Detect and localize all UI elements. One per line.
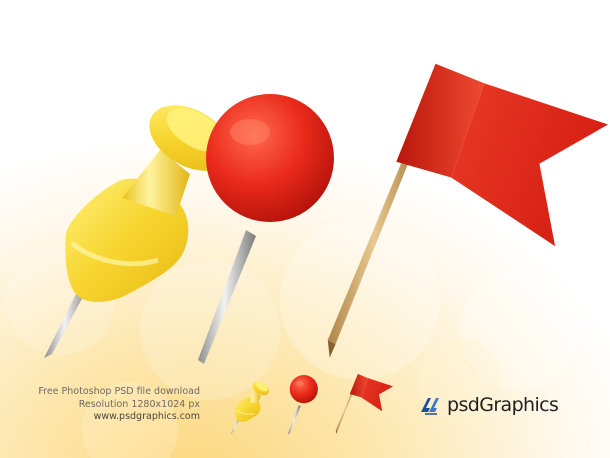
caption-title: Free Photoshop PSD file download bbox=[38, 386, 200, 397]
caption-resolution: Resolution 1280x1024 px bbox=[78, 398, 200, 410]
caption-url[interactable]: www.psdgraphics.com bbox=[28, 411, 200, 424]
brand-name: psdGraphics bbox=[447, 394, 559, 416]
psdgraphics-logo-icon bbox=[421, 398, 439, 415]
download-caption: Free Photoshop PSD file download Resolut… bbox=[28, 386, 200, 424]
brand-logo: psdGraphics bbox=[417, 390, 559, 420]
